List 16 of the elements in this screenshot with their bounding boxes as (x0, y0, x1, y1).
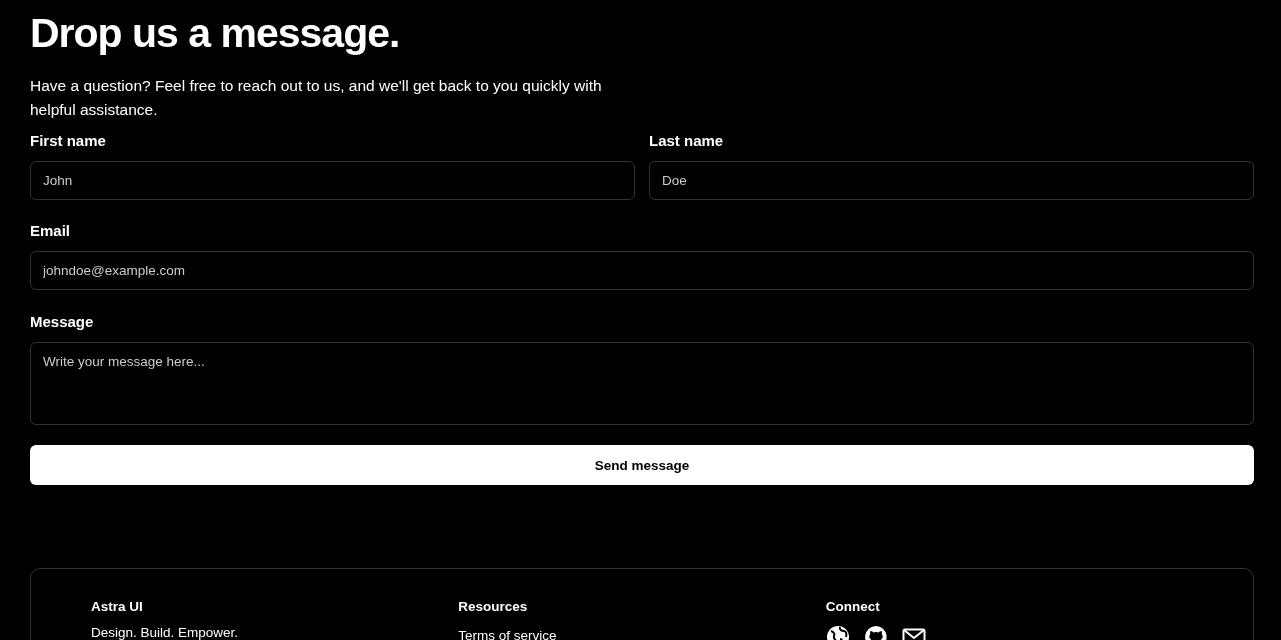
tagline: Design. Build. Empower. (91, 625, 240, 640)
field-label: Email (30, 222, 72, 241)
input-field[interactable]: johndoe@example.com (30, 251, 1254, 290)
field-label: Last name (649, 132, 725, 151)
footer-heading: Resources (458, 599, 529, 614)
field-label: Message (30, 313, 95, 332)
page-heading: Drop us a message. (30, 10, 401, 56)
input-field[interactable]: Doe (649, 161, 1254, 200)
footer-heading: Astra UI (91, 599, 144, 614)
input-field[interactable]: John (30, 161, 635, 200)
message-field[interactable]: Write your message here... (30, 342, 1254, 425)
send-button[interactable]: Send message (30, 445, 1254, 485)
description: Have a question? Feel free to reach out to us, and we'll get back to you quickly with helpful assistance. (30, 76, 603, 120)
footer-link[interactable]: Terms of service (458, 628, 826, 640)
footer-heading: Connect (825, 599, 881, 614)
field-label: First name (30, 132, 107, 151)
